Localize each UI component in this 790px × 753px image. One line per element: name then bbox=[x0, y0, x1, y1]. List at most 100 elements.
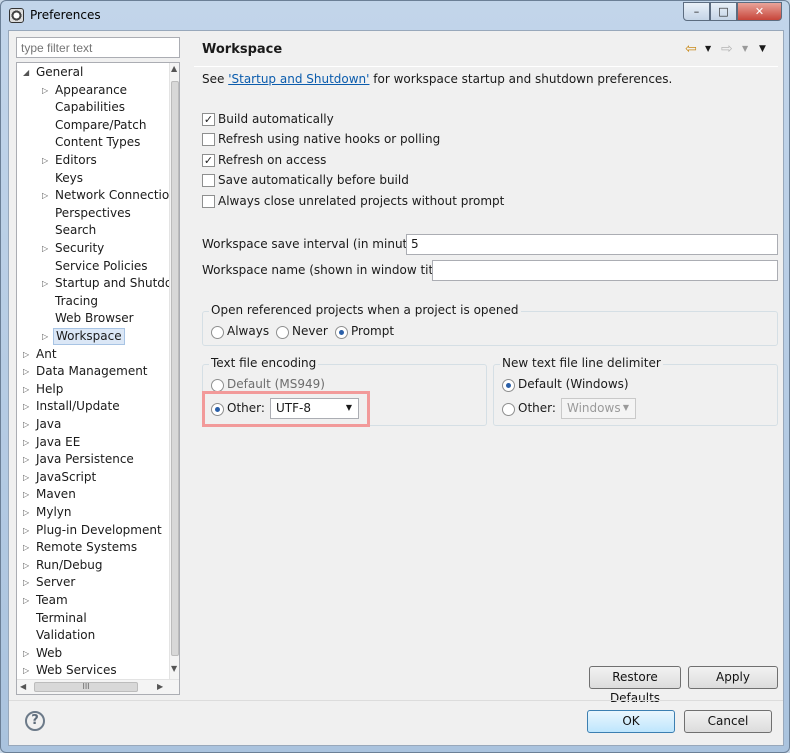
tree-item[interactable]: Service Policies bbox=[17, 258, 171, 275]
forward-arrow-icon[interactable]: ⇨ bbox=[721, 40, 733, 58]
back-history-dropdown-icon[interactable]: ▼ bbox=[705, 40, 711, 58]
never-radio[interactable] bbox=[276, 326, 289, 339]
tree-item[interactable]: ▷ Team bbox=[17, 592, 171, 609]
tree-item[interactable]: ▷ Maven bbox=[17, 486, 171, 503]
tree-item[interactable]: ▷ Editors bbox=[17, 152, 171, 169]
ok-button[interactable]: OK bbox=[587, 710, 675, 733]
tree-item[interactable]: ▷ Security bbox=[17, 240, 171, 257]
tree-item[interactable]: ▷ Server bbox=[17, 574, 171, 591]
tree-item[interactable]: ▷ Workspace bbox=[17, 328, 171, 345]
delimiter-default-label[interactable]: Default (Windows) bbox=[518, 377, 629, 391]
tree-item[interactable]: Terminal bbox=[17, 610, 171, 627]
collapse-arrow-icon[interactable]: ▷ bbox=[42, 328, 51, 345]
collapse-arrow-icon[interactable]: ▷ bbox=[42, 240, 51, 257]
collapse-arrow-icon[interactable]: ▷ bbox=[23, 381, 32, 398]
title-bar[interactable]: Preferences – □ ✕ bbox=[1, 1, 789, 29]
tree-item[interactable]: ▷ Ant bbox=[17, 346, 171, 363]
tree-item[interactable]: ▷ Install/Update bbox=[17, 398, 171, 415]
tree-item[interactable]: Perspectives bbox=[17, 205, 171, 222]
tree-item[interactable]: Capabilities bbox=[17, 99, 171, 116]
checkbox-box[interactable]: ✓ bbox=[202, 113, 215, 126]
delimiter-default-radio[interactable] bbox=[502, 379, 515, 392]
collapse-arrow-icon[interactable]: ▷ bbox=[23, 522, 32, 539]
collapse-arrow-icon[interactable]: ▷ bbox=[23, 662, 32, 679]
scroll-right-icon[interactable]: ▶ bbox=[157, 682, 163, 691]
never-label[interactable]: Never bbox=[292, 324, 328, 338]
always-radio[interactable] bbox=[211, 326, 224, 339]
tree-item[interactable]: Keys bbox=[17, 170, 171, 187]
collapse-arrow-icon[interactable]: ▷ bbox=[42, 187, 51, 204]
preference-tree[interactable]: ◢ General ▷ Appearance Capabilities Compare/P… bbox=[16, 62, 180, 695]
apply-button[interactable]: Apply bbox=[688, 666, 778, 689]
collapse-arrow-icon[interactable]: ▷ bbox=[23, 346, 32, 363]
minimize-button[interactable]: – bbox=[683, 2, 710, 21]
collapse-arrow-icon[interactable]: ▷ bbox=[23, 539, 32, 556]
collapse-arrow-icon[interactable]: ▷ bbox=[23, 434, 32, 451]
collapse-arrow-icon[interactable]: ▷ bbox=[23, 363, 32, 380]
tree-item[interactable]: ▷ JavaScript bbox=[17, 469, 171, 486]
view-menu-icon[interactable]: ▼ bbox=[759, 40, 766, 58]
collapse-arrow-icon[interactable]: ▷ bbox=[23, 574, 32, 591]
forward-history-dropdown-icon[interactable]: ▼ bbox=[742, 40, 748, 58]
collapse-arrow-icon[interactable]: ▷ bbox=[23, 451, 32, 468]
collapse-arrow-icon[interactable]: ▷ bbox=[23, 645, 32, 662]
tree-item[interactable]: ▷ Plug-in Development bbox=[17, 522, 171, 539]
tree-item[interactable]: ▷ Data Management bbox=[17, 363, 171, 380]
tree-item[interactable]: ▷ Web bbox=[17, 645, 171, 662]
save-interval-input[interactable]: 5 bbox=[406, 234, 778, 255]
collapse-arrow-icon[interactable]: ▷ bbox=[23, 469, 32, 486]
cancel-button[interactable]: Cancel bbox=[684, 710, 772, 733]
startup-shutdown-link[interactable]: 'Startup and Shutdown' bbox=[228, 72, 369, 86]
tree-item[interactable]: ▷ Mylyn bbox=[17, 504, 171, 521]
tree-item[interactable]: ▷ Appearance bbox=[17, 82, 171, 99]
tree-item[interactable]: Web Browser bbox=[17, 310, 171, 327]
tree-item[interactable]: ▷ Run/Debug bbox=[17, 557, 171, 574]
tree-item[interactable]: ▷ Help bbox=[17, 381, 171, 398]
checkbox-box[interactable] bbox=[202, 174, 215, 187]
close-button[interactable]: ✕ bbox=[737, 2, 782, 21]
expand-arrow-icon[interactable]: ◢ bbox=[23, 64, 32, 81]
checkbox-box[interactable] bbox=[202, 133, 215, 146]
checkbox-box[interactable]: ✓ bbox=[202, 154, 215, 167]
scroll-down-icon[interactable]: ▼ bbox=[171, 664, 177, 673]
tree-item[interactable]: ◢ General bbox=[17, 64, 171, 81]
always-label[interactable]: Always bbox=[227, 324, 269, 338]
prompt-radio[interactable] bbox=[335, 326, 348, 339]
tree-vertical-scrollbar[interactable]: ▲ ▼ bbox=[169, 63, 179, 680]
back-arrow-icon[interactable]: ⇦ bbox=[685, 40, 697, 58]
tree-item[interactable]: ▷ Java bbox=[17, 416, 171, 433]
tree-item[interactable]: ▷ Java EE bbox=[17, 434, 171, 451]
checkbox-box[interactable] bbox=[202, 195, 215, 208]
restore-defaults-button[interactable]: Restore Defaults bbox=[589, 666, 681, 705]
help-icon[interactable]: ? bbox=[25, 711, 45, 731]
workspace-name-input[interactable] bbox=[432, 260, 778, 281]
collapse-arrow-icon[interactable]: ▷ bbox=[23, 592, 32, 609]
scroll-up-icon[interactable]: ▲ bbox=[171, 64, 177, 73]
tree-item[interactable]: ▷ Remote Systems bbox=[17, 539, 171, 556]
maximize-button[interactable]: □ bbox=[710, 2, 737, 21]
filter-input[interactable] bbox=[16, 37, 180, 58]
tree-item[interactable]: Validation bbox=[17, 627, 171, 644]
tree-item[interactable]: Tracing bbox=[17, 293, 171, 310]
collapse-arrow-icon[interactable]: ▷ bbox=[23, 486, 32, 503]
tree-item[interactable]: Content Types bbox=[17, 134, 171, 151]
tree-item[interactable]: Compare/Patch bbox=[17, 117, 171, 134]
delimiter-other-radio[interactable] bbox=[502, 403, 515, 416]
collapse-arrow-icon[interactable]: ▷ bbox=[23, 398, 32, 415]
collapse-arrow-icon[interactable]: ▷ bbox=[23, 504, 32, 521]
vertical-scroll-thumb[interactable] bbox=[171, 81, 179, 656]
scroll-left-icon[interactable]: ◀ bbox=[20, 682, 26, 691]
collapse-arrow-icon[interactable]: ▷ bbox=[23, 416, 32, 433]
tree-item[interactable]: ▷ Network Connectio bbox=[17, 187, 171, 204]
collapse-arrow-icon[interactable]: ▷ bbox=[42, 275, 51, 292]
collapse-arrow-icon[interactable]: ▷ bbox=[42, 152, 51, 169]
tree-item[interactable]: Search bbox=[17, 222, 171, 239]
tree-item[interactable]: ▷ Web Services bbox=[17, 662, 171, 679]
encoding-default-label[interactable]: Default (MS949) bbox=[227, 377, 325, 391]
collapse-arrow-icon[interactable]: ▷ bbox=[23, 557, 32, 574]
prompt-label[interactable]: Prompt bbox=[351, 324, 394, 338]
collapse-arrow-icon[interactable]: ▷ bbox=[42, 82, 51, 99]
tree-item[interactable]: ▷ Java Persistence bbox=[17, 451, 171, 468]
tree-horizontal-scrollbar[interactable]: ◀ III ▶ bbox=[17, 679, 179, 694]
horizontal-scroll-thumb[interactable]: III bbox=[34, 682, 138, 692]
